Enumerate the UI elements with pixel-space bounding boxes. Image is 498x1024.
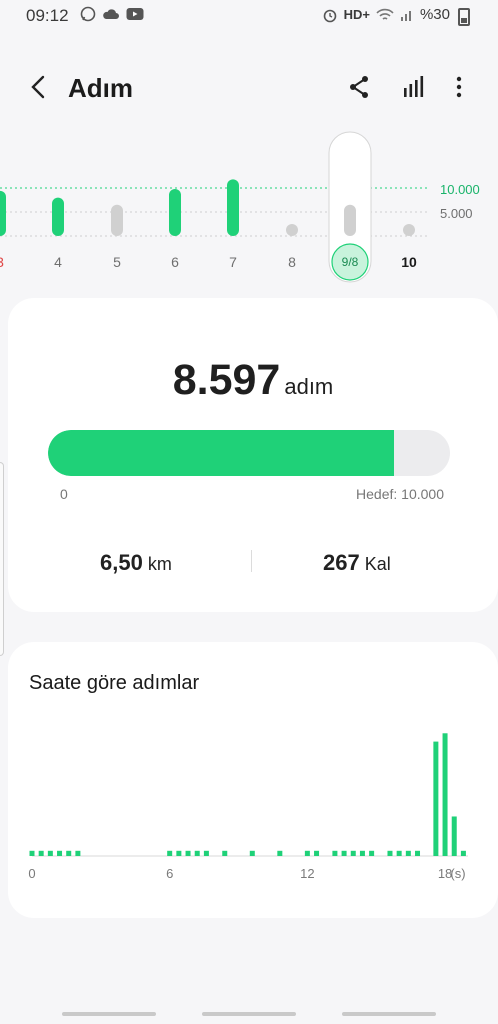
page-title: Adım xyxy=(68,73,133,103)
day-bar xyxy=(227,179,239,236)
steps-progress-fill xyxy=(48,430,394,476)
system-nav-bar xyxy=(0,1000,498,1024)
status-left-icons xyxy=(80,6,144,22)
hourly-bar xyxy=(359,850,365,856)
nav-recent-button[interactable] xyxy=(62,1012,156,1016)
hourly-steps-chart: 0 6 12 18(s) xyxy=(28,733,468,881)
hourly-bar xyxy=(460,850,466,856)
hourly-bar xyxy=(167,850,173,856)
hourly-bar xyxy=(387,850,393,856)
day-bar xyxy=(286,224,298,236)
hourly-tick-label: 12 xyxy=(300,866,314,881)
steps-unit: adım xyxy=(284,374,334,399)
progress-min-label: 0 xyxy=(60,486,68,502)
hourly-bar xyxy=(249,850,255,856)
status-right-icons: HD+ %30 xyxy=(322,6,450,23)
hourly-bar xyxy=(314,850,320,856)
hourly-bar xyxy=(194,850,200,856)
hourly-bar xyxy=(341,850,347,856)
hourly-bar xyxy=(451,816,457,856)
day-label: 10 xyxy=(401,254,417,270)
hourly-bar xyxy=(304,850,310,856)
hourly-bar xyxy=(405,850,411,856)
youtube-icon xyxy=(126,8,144,20)
steps-progress-bar xyxy=(48,430,450,476)
weekly-chart-svg: 3 4 5 6 7 8 9/8 10 xyxy=(0,131,428,283)
status-time: 09:12 xyxy=(26,6,69,25)
calories-value: 267 xyxy=(323,550,360,575)
day-label: 5 xyxy=(113,254,121,270)
day-bar xyxy=(344,204,356,236)
steps-count: 8.597 adım xyxy=(8,356,498,405)
day-label: 4 xyxy=(54,254,62,270)
whatsapp-icon xyxy=(80,6,96,22)
distance-unit: km xyxy=(147,554,172,574)
back-button[interactable] xyxy=(24,72,54,102)
steps-summary-card: 8.597 adım 0 Hedef: 10.000 6,50 km 267 Kal xyxy=(8,298,498,612)
progress-goal-label: Hedef: 10.000 xyxy=(356,486,444,502)
weekly-steps-chart[interactable]: 3 4 5 6 7 8 9/8 10 10.000 5.000 xyxy=(0,126,498,296)
hourly-tick-label: 6 xyxy=(166,866,173,881)
hourly-bar xyxy=(396,850,402,856)
hourly-bar xyxy=(369,850,375,856)
more-options-icon[interactable] xyxy=(444,72,474,102)
hourly-bar xyxy=(277,850,283,856)
hourly-tick-label: (s) xyxy=(450,866,465,881)
hourly-bar xyxy=(47,850,53,856)
hourly-steps-card[interactable]: Saate göre adımlar 0 6 12 18 (s) xyxy=(8,642,498,918)
trends-icon[interactable] xyxy=(398,72,428,102)
day-bar xyxy=(0,190,6,236)
calories-unit: Kal xyxy=(364,554,391,574)
steps-value: 8.597 xyxy=(172,356,281,404)
day-label: 6 xyxy=(171,254,179,270)
share-icon[interactable] xyxy=(344,72,374,102)
hourly-bar xyxy=(415,850,421,856)
day-label: 9/8 xyxy=(342,255,359,269)
hourly-bar xyxy=(185,850,191,856)
hourly-bar xyxy=(433,741,439,856)
hourly-bar xyxy=(442,733,448,856)
wifi-icon xyxy=(376,8,394,20)
hourly-tick-label: 0 xyxy=(28,866,35,881)
distance-value: 6,50 xyxy=(100,550,143,575)
battery-icon xyxy=(458,8,470,26)
signal-icon xyxy=(400,10,411,21)
hourly-bar xyxy=(203,850,209,856)
day-bar xyxy=(52,197,64,236)
day-bar xyxy=(403,224,415,236)
hd-voice-label: HD+ xyxy=(343,7,370,22)
hourly-bar xyxy=(350,850,356,856)
hourly-bar xyxy=(176,850,182,856)
nav-back-button[interactable] xyxy=(342,1012,436,1016)
battery-percent: %30 xyxy=(419,6,450,23)
stat-divider xyxy=(251,550,252,572)
day-bar xyxy=(111,204,123,236)
mid-line-label: 5.000 xyxy=(440,206,473,221)
hourly-bar xyxy=(75,850,81,856)
cloud-icon xyxy=(103,9,119,19)
day-label: 3 xyxy=(0,254,4,270)
status-bar: 09:12 HD+ %30 xyxy=(0,0,498,32)
app-bar: Adım xyxy=(0,60,498,116)
calories-stat: 267 Kal xyxy=(323,550,391,576)
distance-stat: 6,50 km xyxy=(100,550,172,576)
day-bar xyxy=(169,188,181,236)
hourly-bar xyxy=(66,850,72,856)
day-label: 7 xyxy=(229,254,237,270)
day-label: 8 xyxy=(288,254,296,270)
side-panel-handle[interactable] xyxy=(0,462,4,656)
nav-home-button[interactable] xyxy=(202,1012,296,1016)
hourly-bar xyxy=(332,850,338,856)
hourly-bar xyxy=(57,850,63,856)
hourly-bar xyxy=(222,850,228,856)
alarm-icon xyxy=(323,9,336,22)
hourly-bar xyxy=(38,850,44,856)
goal-line-label: 10.000 xyxy=(440,182,480,197)
hourly-bar xyxy=(29,850,35,856)
